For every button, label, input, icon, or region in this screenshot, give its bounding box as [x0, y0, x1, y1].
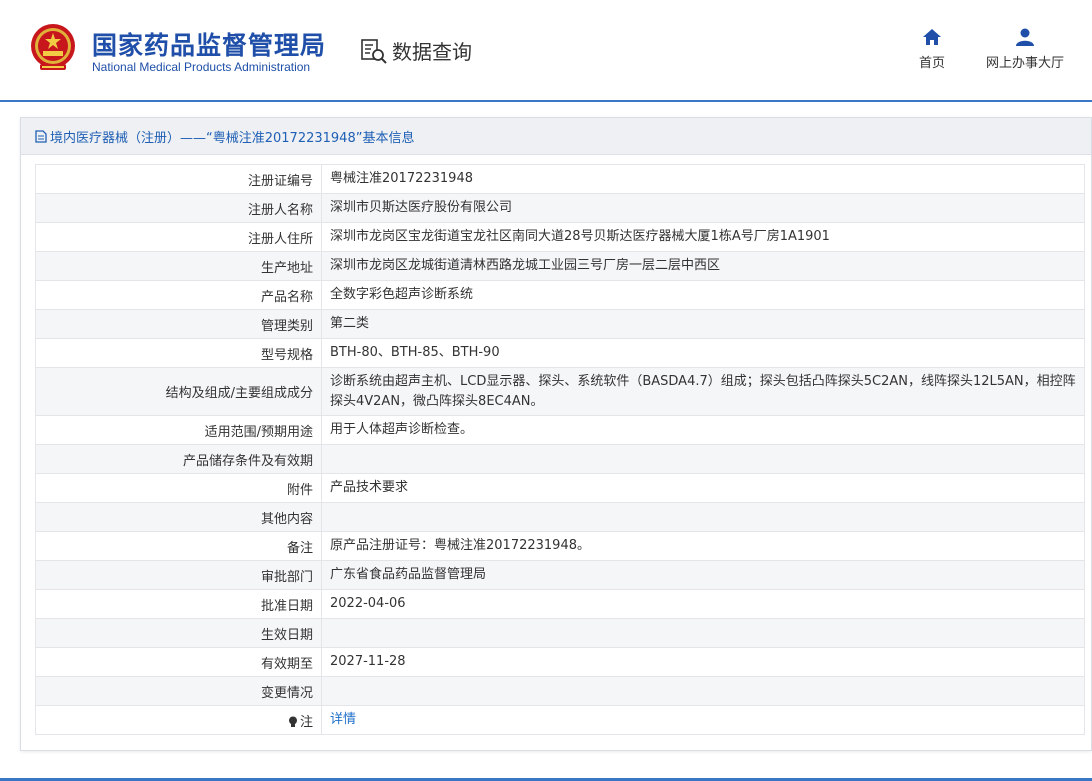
- row-value: 2022-04-06: [321, 589, 1085, 619]
- table-row: 审批部门 广东省食品药品监督管理局: [35, 560, 1085, 590]
- lightbulb-icon: [288, 716, 297, 727]
- table-row: 生产地址 深圳市龙岗区龙城街道清林西路龙城工业园三号厂房一层二层中西区: [35, 251, 1085, 281]
- national-emblem-icon: [31, 24, 75, 70]
- table-row: 管理类别 第二类: [35, 309, 1085, 339]
- row-label: 产品储存条件及有效期: [35, 444, 322, 474]
- row-value: [321, 502, 1085, 532]
- table-row: 产品名称 全数字彩色超声诊断系统: [35, 280, 1085, 310]
- row-label: 注册证编号: [35, 164, 322, 194]
- user-icon: [1016, 28, 1034, 46]
- table-row: 附件 产品技术要求: [35, 473, 1085, 503]
- row-value: [321, 676, 1085, 706]
- row-label: 注册人住所: [35, 222, 322, 252]
- home-icon: [923, 29, 941, 45]
- row-value: 全数字彩色超声诊断系统: [321, 280, 1085, 310]
- row-value: 深圳市龙岗区宝龙街道宝龙社区南同大道28号贝斯达医疗器械大厦1栋A号厂房1A19…: [321, 222, 1085, 252]
- table-row: 产品储存条件及有效期: [35, 444, 1085, 474]
- panel-title: 境内医疗器械（注册）——“粤械注准20172231948”基本信息: [21, 118, 1091, 155]
- row-label: 有效期至: [35, 647, 322, 677]
- nav-online-hall[interactable]: 网上办事大厅: [980, 28, 1070, 71]
- table-row: 注册人住所 深圳市龙岗区宝龙街道宝龙社区南同大道28号贝斯达医疗器械大厦1栋A号…: [35, 222, 1085, 252]
- nav-home-label: 首页: [918, 56, 945, 71]
- row-value: 诊断系统由超声主机、LCD显示器、探头、系统软件（BASDA4.7）组成；探头包…: [321, 367, 1085, 416]
- header-divider: [0, 100, 1092, 102]
- row-value: [321, 618, 1085, 648]
- table-row: 注 详情: [35, 705, 1085, 735]
- note-label-cell: 注: [35, 705, 322, 735]
- table-row: 注册人名称 深圳市贝斯达医疗股份有限公司: [35, 193, 1085, 223]
- row-value: 原产品注册证号：粤械注准20172231948。: [321, 531, 1085, 561]
- details-link[interactable]: 详情: [330, 712, 356, 727]
- row-label: 注册人名称: [35, 193, 322, 223]
- row-value: 2027-11-28: [321, 647, 1085, 677]
- row-label: 适用范围/预期用途: [35, 415, 322, 445]
- row-label: 产品名称: [35, 280, 322, 310]
- row-value: BTH-80、BTH-85、BTH-90: [321, 338, 1085, 368]
- row-value: 粤械注准20172231948: [321, 164, 1085, 194]
- table-row: 适用范围/预期用途 用于人体超声诊断检查。: [35, 415, 1085, 445]
- data-query-label: 数据查询: [392, 40, 472, 64]
- table-row: 生效日期: [35, 618, 1085, 648]
- row-value: [321, 444, 1085, 474]
- row-value: 深圳市贝斯达医疗股份有限公司: [321, 193, 1085, 223]
- row-label: 批准日期: [35, 589, 322, 619]
- row-label: 变更情况: [35, 676, 322, 706]
- row-label: 型号规格: [35, 338, 322, 368]
- row-label: 生效日期: [35, 618, 322, 648]
- nav-online-hall-label: 网上办事大厅: [985, 56, 1064, 71]
- table-row: 注册证编号 粤械注准20172231948: [35, 164, 1085, 194]
- row-label: 审批部门: [35, 560, 322, 590]
- table-row: 其他内容: [35, 502, 1085, 532]
- row-value: 产品技术要求: [321, 473, 1085, 503]
- org-name-cn: 国家药品监督管理局: [92, 31, 327, 60]
- registration-info-table: 注册证编号 粤械注准20172231948 注册人名称 深圳市贝斯达医疗股份有限…: [35, 164, 1085, 735]
- document-icon: [35, 129, 47, 143]
- detail-panel: 境内医疗器械（注册）——“粤械注准20172231948”基本信息 注册证编号 …: [20, 117, 1092, 751]
- row-value: 第二类: [321, 309, 1085, 339]
- table-row: 备注 原产品注册证号：粤械注准20172231948。: [35, 531, 1085, 561]
- site-header: 国家药品监督管理局 National Medical Products Admi…: [0, 0, 1092, 100]
- row-value: 用于人体超声诊断检查。: [321, 415, 1085, 445]
- table-row: 有效期至 2027-11-28: [35, 647, 1085, 677]
- nav-home[interactable]: 首页: [912, 28, 952, 71]
- panel-title-text: 境内医疗器械（注册）——“粤械注准20172231948”基本信息: [50, 130, 415, 146]
- table-row: 变更情况: [35, 676, 1085, 706]
- table-row: 型号规格 BTH-80、BTH-85、BTH-90: [35, 338, 1085, 368]
- data-query-link[interactable]: 数据查询: [360, 36, 472, 65]
- row-value: 详情: [321, 705, 1085, 735]
- row-label: 管理类别: [35, 309, 322, 339]
- row-label: 结构及组成/主要组成成分: [35, 367, 322, 416]
- row-value: 深圳市龙岗区龙城街道清林西路龙城工业园三号厂房一层二层中西区: [321, 251, 1085, 281]
- table-row: 批准日期 2022-04-06: [35, 589, 1085, 619]
- row-label: 注: [299, 714, 313, 730]
- row-label: 备注: [35, 531, 322, 561]
- row-label: 生产地址: [35, 251, 322, 281]
- row-label: 其他内容: [35, 502, 322, 532]
- org-name-en: National Medical Products Administration: [92, 60, 311, 74]
- row-value: 广东省食品药品监督管理局: [321, 560, 1085, 590]
- table-row: 结构及组成/主要组成成分 诊断系统由超声主机、LCD显示器、探头、系统软件（BA…: [35, 367, 1085, 416]
- row-label: 附件: [35, 473, 322, 503]
- search-document-icon: [361, 38, 387, 64]
